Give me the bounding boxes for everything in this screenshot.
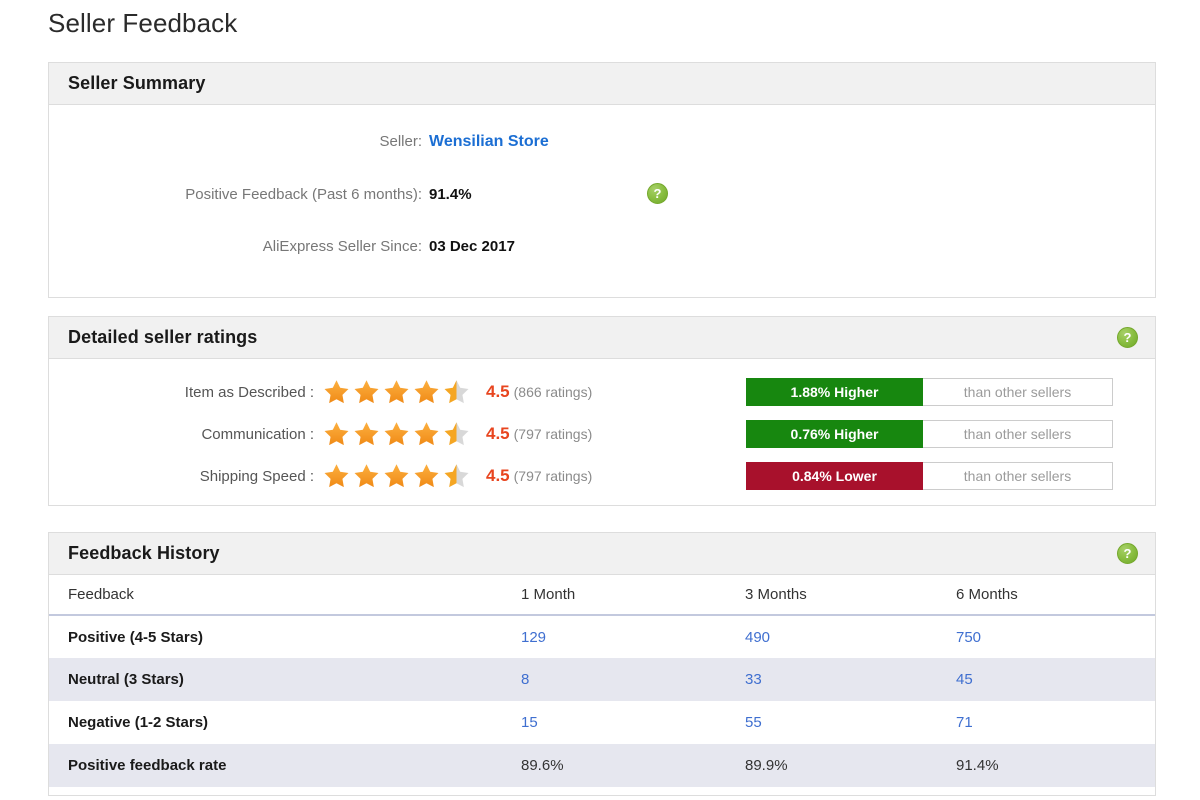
detailed-ratings-title: Detailed seller ratings (68, 327, 258, 347)
star-rating-4-5 (322, 420, 474, 448)
summary-label-seller-since: AliExpress Seller Since: (262, 238, 422, 255)
rating-label: Item as Described : (184, 383, 314, 401)
rating-row-item-as-described: Item as Described : 4.5 (866 ratings) 1.… (49, 371, 1155, 413)
comparison-badge: 1.88% Higher (746, 378, 923, 406)
row-label-positive: Positive (4-5 Stars) (68, 628, 204, 646)
star-icon (414, 422, 439, 446)
star-icon (354, 464, 379, 488)
rating-label: Shipping Speed : (199, 467, 314, 485)
star-icon (324, 422, 349, 446)
column-header-6-months: 6 Months (937, 575, 1155, 616)
star-icon (414, 380, 439, 404)
rating-count: (866 ratings) (513, 384, 593, 400)
summary-label-seller: Seller: (379, 133, 422, 150)
rating-score: 4.5 (486, 424, 510, 443)
rating-row-communication: Communication : 4.5 (797 ratings) 0.76% … (49, 413, 1155, 455)
row-label-positive-rate: Positive feedback rate (68, 757, 227, 774)
summary-row-seller-since: AliExpress Seller Since: 03 Dec 2017 (49, 238, 1155, 255)
star-rating-4-5 (322, 378, 474, 406)
table-row: Neutral (3 Stars) 8 33 45 (49, 658, 1155, 701)
row-label-neutral: Neutral (3 Stars) (68, 671, 184, 688)
half-star-icon (444, 464, 469, 488)
column-header-1-month: 1 Month (502, 575, 726, 616)
table-row: Negative (1-2 Stars) 15 55 71 (49, 701, 1155, 744)
feedback-history-table: Feedback 1 Month 3 Months 6 Months Posit… (49, 575, 1155, 787)
seller-summary-panel: Seller Summary Seller: Wensilian Store P… (48, 62, 1156, 298)
detailed-ratings-header: Detailed seller ratings ? (49, 317, 1155, 359)
detailed-seller-ratings-panel: Detailed seller ratings ? Item as Descri… (48, 316, 1156, 506)
cell-negative-6-months[interactable]: 71 (937, 701, 1155, 744)
star-icon (384, 422, 409, 446)
comparison-note: than other sellers (923, 420, 1113, 448)
comparison-note: than other sellers (923, 378, 1113, 406)
cell-neutral-3-months[interactable]: 33 (726, 658, 937, 701)
rating-count: (797 ratings) (513, 426, 593, 442)
table-row: Positive feedback rate 89.6% 89.9% 91.4% (49, 744, 1155, 787)
rating-comparison: 0.84% Lower than other sellers (746, 462, 1113, 490)
rating-score: 4.5 (486, 466, 510, 485)
positive-feedback-help-wrap: ? (647, 183, 668, 204)
star-icon (384, 464, 409, 488)
star-icon (414, 464, 439, 488)
star-icon (324, 464, 349, 488)
feedback-history-panel: Feedback History ? Feedback 1 Month 3 Mo… (48, 532, 1156, 796)
table-row: Positive (4-5 Stars) 129 490 750 (49, 615, 1155, 658)
row-label-negative: Negative (1-2 Stars) (68, 714, 209, 731)
rating-count: (797 ratings) (513, 468, 593, 484)
rating-row-shipping-speed: Shipping Speed : 4.5 (797 ratings) 0.84%… (49, 455, 1155, 497)
half-star-icon (444, 380, 469, 404)
rating-score: 4.5 (486, 382, 510, 401)
rating-label: Communication : (201, 425, 314, 443)
star-icon (354, 422, 379, 446)
seller-name-link[interactable]: Wensilian Store (429, 133, 549, 151)
rating-comparison: 1.88% Higher than other sellers (746, 378, 1113, 406)
seller-summary-header: Seller Summary (49, 63, 1155, 105)
cell-negative-1-month[interactable]: 15 (502, 701, 726, 744)
feedback-history-header: Feedback History ? (49, 533, 1155, 575)
cell-rate-1-month: 89.6% (521, 757, 564, 774)
rating-comparison: 0.76% Higher than other sellers (746, 420, 1113, 448)
cell-positive-3-months[interactable]: 490 (726, 615, 937, 658)
column-header-3-months: 3 Months (726, 575, 937, 616)
summary-row-positive-feedback: Positive Feedback (Past 6 months): 91.4%… (49, 183, 1155, 204)
feedback-history-body: Feedback 1 Month 3 Months 6 Months Posit… (49, 575, 1155, 795)
cell-rate-6-months: 91.4% (956, 757, 999, 774)
table-header-row: Feedback 1 Month 3 Months 6 Months (49, 575, 1155, 616)
comparison-note: than other sellers (923, 462, 1113, 490)
half-star-icon (444, 422, 469, 446)
help-question-icon[interactable]: ? (1117, 543, 1138, 564)
feedback-history-title: Feedback History (68, 543, 220, 563)
seller-feedback-page: Seller Feedback Seller Summary Seller: W… (0, 0, 1200, 800)
star-rating-4-5 (322, 462, 474, 490)
summary-row-seller: Seller: Wensilian Store (49, 133, 1155, 151)
cell-rate-3-months: 89.9% (745, 757, 788, 774)
seller-summary-title: Seller Summary (68, 73, 206, 93)
summary-value-seller-since: 03 Dec 2017 (429, 238, 515, 255)
summary-value-positive-feedback: 91.4% (429, 186, 472, 203)
seller-summary-body: Seller: Wensilian Store Positive Feedbac… (49, 105, 1155, 297)
help-question-icon[interactable]: ? (1117, 327, 1138, 348)
star-icon (384, 380, 409, 404)
cell-positive-1-month[interactable]: 129 (502, 615, 726, 658)
cell-neutral-1-month[interactable]: 8 (502, 658, 726, 701)
cell-negative-3-months[interactable]: 55 (726, 701, 937, 744)
detailed-ratings-body: Item as Described : 4.5 (866 ratings) 1.… (49, 359, 1155, 505)
comparison-badge: 0.76% Higher (746, 420, 923, 448)
star-icon (324, 380, 349, 404)
comparison-badge: 0.84% Lower (746, 462, 923, 490)
summary-label-positive-feedback: Positive Feedback (Past 6 months): (185, 186, 422, 203)
help-question-icon[interactable]: ? (647, 183, 668, 204)
cell-neutral-6-months[interactable]: 45 (937, 658, 1155, 701)
star-icon (354, 380, 379, 404)
page-title: Seller Feedback (48, 8, 238, 38)
cell-positive-6-months[interactable]: 750 (937, 615, 1155, 658)
column-header-feedback: Feedback (49, 575, 502, 616)
